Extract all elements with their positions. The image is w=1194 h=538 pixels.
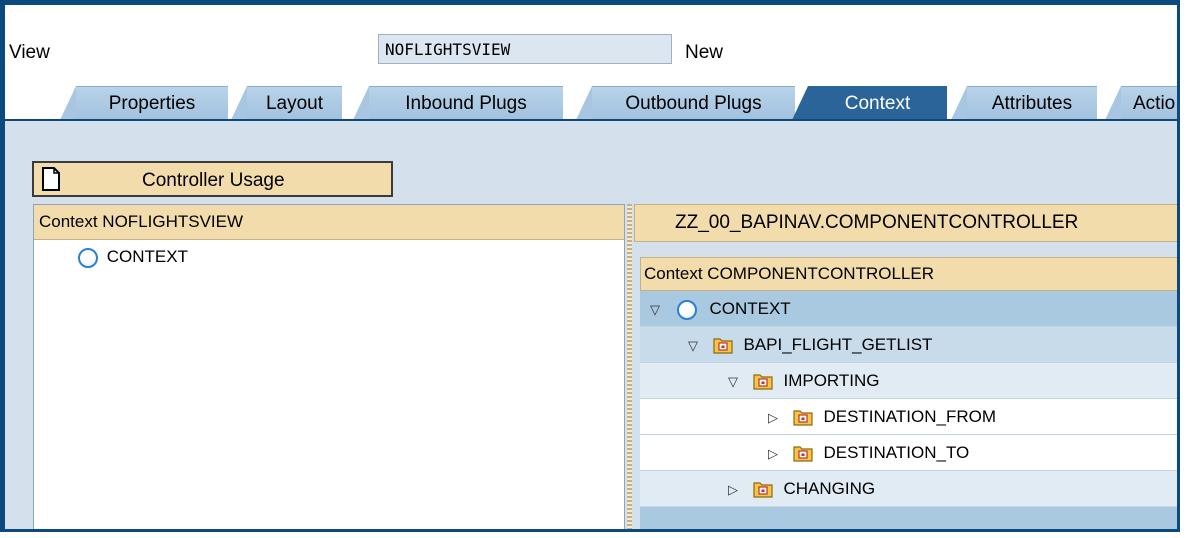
tab-label: Actio <box>1133 93 1176 114</box>
collapse-triangle-icon[interactable]: ▽ <box>646 292 664 328</box>
expand-triangle-icon[interactable]: ▷ <box>724 472 742 508</box>
tree-node-context[interactable]: ▽ CONTEXT <box>640 291 1177 328</box>
tab-attributes[interactable]: Attributes <box>951 86 1097 120</box>
tree-node-importing[interactable]: ▽ IMPORTING <box>640 363 1177 400</box>
tab-actions[interactable]: Actio <box>1105 86 1177 120</box>
controller-usage-label: Controller Usage <box>142 170 285 191</box>
controller-header: ZZ_00_BAPINAV.COMPONENTCONTROLLER <box>634 204 1177 242</box>
tree-node-label: CONTEXT <box>106 247 188 266</box>
collapse-triangle-icon[interactable]: ▽ <box>684 328 702 364</box>
tree-node-label: IMPORTING <box>783 371 880 390</box>
folder-node-icon <box>753 481 773 498</box>
tree-node-changing[interactable]: ▷ CHANGING <box>640 471 1177 508</box>
tree-node-label: DESTINATION_FROM <box>823 407 996 426</box>
controller-context-panel: ZZ_00_BAPINAV.COMPONENTCONTROLLER Contex… <box>634 204 1177 529</box>
folder-node-icon <box>713 337 733 354</box>
tree-node-label: DESTINATION_TO <box>823 443 970 462</box>
tab-label: Context <box>844 93 911 114</box>
tab-label: Attributes <box>991 93 1073 114</box>
expand-triangle-icon[interactable]: ▷ <box>764 400 782 436</box>
folder-node-icon <box>753 373 773 390</box>
tab-context[interactable]: Context <box>792 86 947 120</box>
controller-usage-button[interactable]: Controller Usage <box>32 161 393 197</box>
folder-node-icon <box>793 445 813 462</box>
tree-node-label: CONTEXT <box>709 299 791 318</box>
tree-node-label: CHANGING <box>783 479 876 498</box>
tab-inbound-plugs[interactable]: Inbound Plugs <box>353 86 563 120</box>
view-context-panel: Context NOFLIGHTSVIEW CONTEXT <box>33 204 625 529</box>
context-node-icon <box>676 299 697 320</box>
context-node-icon <box>78 247 98 268</box>
expand-triangle-icon[interactable]: ▷ <box>764 436 782 472</box>
view-name-field[interactable]: NOFLIGHTSVIEW <box>378 34 672 64</box>
tree-node-destination-to[interactable]: ▷ DESTINATION_TO <box>640 435 1177 472</box>
view-label: View <box>9 42 50 63</box>
tab-label: Inbound Plugs <box>405 93 527 114</box>
view-status-text: New <box>685 42 724 63</box>
context-tab-content: Controller Usage Context NOFLIGHTSVIEW C… <box>5 119 1177 529</box>
tab-label: Layout <box>265 93 324 114</box>
tab-label: Properties <box>108 93 196 114</box>
panel-splitter[interactable] <box>627 204 632 529</box>
controller-context-tree: Context COMPONENTCONTROLLER ▽ CONTEXT ▽ <box>640 257 1177 529</box>
tree-node-bapi-flight-getlist[interactable]: ▽ BAPI_FLIGHT_GETLIST <box>640 327 1177 364</box>
tree-node-label: BAPI_FLIGHT_GETLIST <box>743 335 933 354</box>
tab-outbound-plugs[interactable]: Outbound Plugs <box>576 86 795 120</box>
tree-node-context[interactable]: CONTEXT <box>34 240 624 274</box>
folder-node-icon <box>793 409 813 426</box>
tab-properties[interactable]: Properties <box>60 86 228 120</box>
tree-node-destination-from[interactable]: ▷ DESTINATION_FROM <box>640 399 1177 436</box>
tab-layout[interactable]: Layout <box>231 86 342 120</box>
tab-label: Outbound Plugs <box>625 93 762 114</box>
tab-strip: Properties Layout Inbound Plugs Outbound… <box>5 78 1177 120</box>
view-context-header: Context NOFLIGHTSVIEW <box>34 205 624 240</box>
controller-context-header: Context COMPONENTCONTROLLER <box>640 257 1177 291</box>
collapse-triangle-icon[interactable]: ▽ <box>724 364 742 400</box>
view-editor-window: View NOFLIGHTSVIEW New Properties Layout… <box>0 0 1180 532</box>
document-icon <box>42 167 60 191</box>
